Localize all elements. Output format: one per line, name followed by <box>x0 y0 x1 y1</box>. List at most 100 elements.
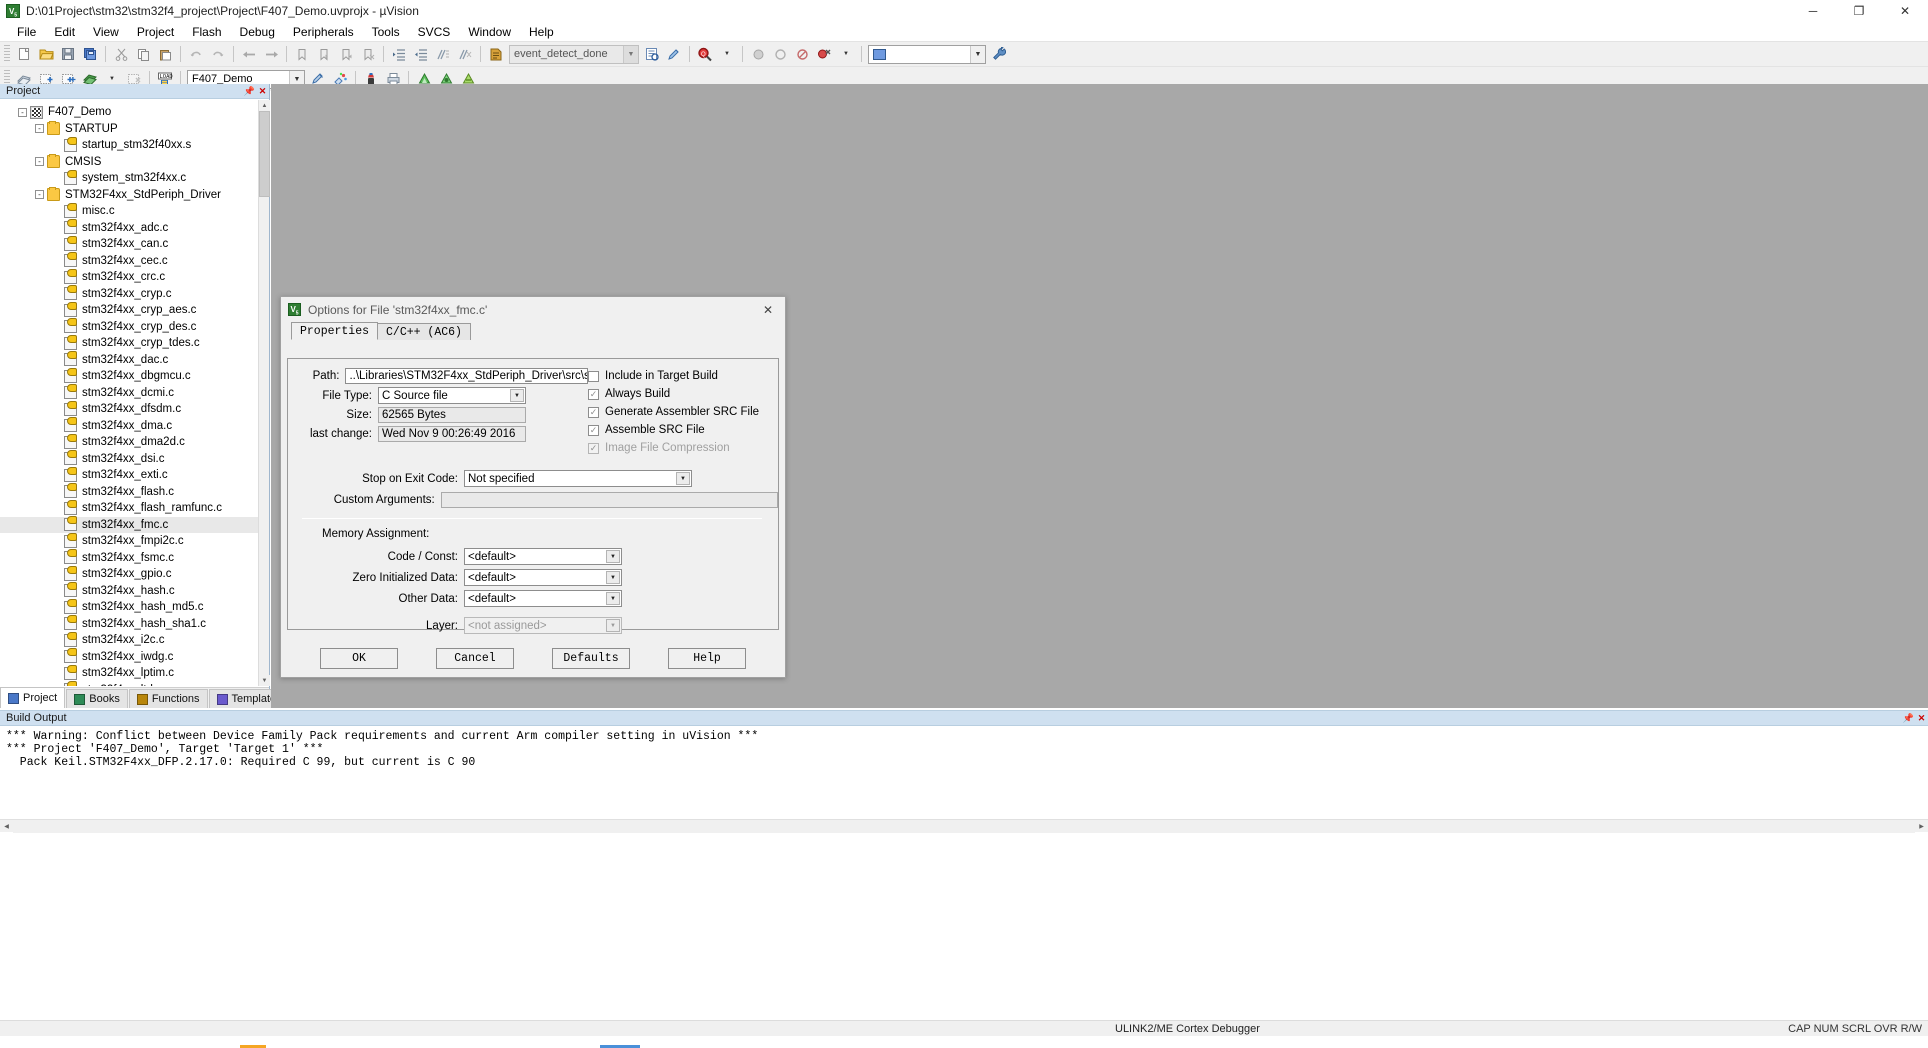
tree-item[interactable]: stm32f4xx_flash_ramfunc.c <box>0 499 258 517</box>
chevron-down-icon[interactable]: ▼ <box>510 389 524 402</box>
tree-item[interactable]: - F407_Demo <box>0 104 258 121</box>
path-input[interactable]: ..\Libraries\STM32F4xx_StdPeriph_Driver\… <box>345 368 588 384</box>
checkbox-box[interactable] <box>588 406 599 418</box>
project-tree[interactable]: - F407_Demo - STARTUP startup_stm32f40xx.s - C… <box>0 100 258 686</box>
close-icon[interactable]: ✕ <box>256 85 269 98</box>
pin-icon[interactable]: 📌 <box>243 85 256 98</box>
tab-properties[interactable]: Properties <box>291 322 379 340</box>
tree-item[interactable]: stm32f4xx_flash.c <box>0 483 258 501</box>
customargs-input[interactable] <box>440 492 778 508</box>
checkbox-row[interactable]: Assemble SRC File <box>588 424 778 436</box>
cut-icon[interactable] <box>111 44 131 64</box>
bookmark-clear-icon[interactable] <box>358 44 378 64</box>
tree-item[interactable]: system_stm32f4xx.c <box>0 169 258 187</box>
tree-item[interactable]: stm32f4xx_gpio.c <box>0 565 258 583</box>
tree-item[interactable]: stm32f4xx_cryp_tdes.c <box>0 334 258 352</box>
panel-tab-books[interactable]: Books <box>66 689 128 708</box>
tree-item[interactable]: stm32f4xx_ltdc.c <box>0 681 258 686</box>
tree-item[interactable]: stm32f4xx_can.c <box>0 235 258 253</box>
tree-item[interactable]: stm32f4xx_dcmi.c <box>0 384 258 402</box>
tab-c-cpp[interactable]: C/C++ (AC6) <box>377 323 471 340</box>
close-icon[interactable]: ✕ <box>1915 712 1928 725</box>
checkbox-row[interactable]: Generate Assembler SRC File <box>588 406 778 418</box>
menu-peripherals[interactable]: Peripherals <box>284 23 363 41</box>
menu-flash[interactable]: Flash <box>183 23 230 41</box>
chevron-down-icon[interactable]: ▼ <box>623 45 638 63</box>
debug-start-icon[interactable] <box>748 44 768 64</box>
checkbox-row[interactable]: Always Build <box>588 388 778 400</box>
tree-item[interactable]: stm32f4xx_hash_md5.c <box>0 598 258 616</box>
checkbox-box[interactable] <box>588 424 599 436</box>
panel-tab-functions[interactable]: Functions <box>128 689 208 708</box>
menu-tools[interactable]: Tools <box>363 23 409 41</box>
menu-edit[interactable]: Edit <box>45 23 84 41</box>
tree-item[interactable]: stm32f4xx_dma2d.c <box>0 433 258 451</box>
scroll-right-arrow-icon[interactable]: ▶ <box>1915 820 1928 833</box>
scroll-up-arrow-icon[interactable]: ▲ <box>259 100 270 111</box>
new-file-icon[interactable] <box>14 44 34 64</box>
project-panel-tabs[interactable]: Project Books Functions Templates <box>0 687 290 708</box>
window-layout-combo[interactable]: ▼ <box>868 44 986 64</box>
defaults-button[interactable]: Defaults <box>552 648 630 669</box>
bookmark-next-icon[interactable] <box>336 44 356 64</box>
tree-item[interactable]: - STM32F4xx_StdPeriph_Driver <box>0 187 258 204</box>
stopcode-select[interactable]: Not specified ▼ <box>464 470 692 487</box>
tree-item[interactable]: stm32f4xx_hash.c <box>0 582 258 600</box>
tree-item[interactable]: - CMSIS <box>0 154 258 171</box>
bp-dropdown-icon[interactable]: ▼ <box>836 44 856 64</box>
scroll-left-arrow-icon[interactable]: ◀ <box>0 820 13 833</box>
insert-bp-icon[interactable] <box>770 44 790 64</box>
checkbox-box[interactable] <box>588 388 599 400</box>
tree-item[interactable]: stm32f4xx_exti.c <box>0 466 258 484</box>
tree-item[interactable]: - STARTUP <box>0 121 258 138</box>
tree-item[interactable]: stm32f4xx_iwdg.c <box>0 648 258 666</box>
ok-button[interactable]: OK <box>320 648 398 669</box>
menu-file[interactable]: File <box>8 23 45 41</box>
tree-expander-icon[interactable]: - <box>35 157 44 167</box>
dialog-close-button[interactable]: ✕ <box>755 300 781 319</box>
tree-item[interactable]: stm32f4xx_cryp_des.c <box>0 318 258 336</box>
menu-debug[interactable]: Debug <box>231 23 284 41</box>
cancel-button[interactable]: Cancel <box>436 648 514 669</box>
minimize-button[interactable]: ─ <box>1790 0 1836 22</box>
disable-bp-icon[interactable] <box>792 44 812 64</box>
checkbox-row[interactable]: Include in Target Build <box>588 370 778 382</box>
save-icon[interactable] <box>58 44 78 64</box>
find-in-files-icon[interactable] <box>486 44 506 64</box>
save-all-icon[interactable] <box>80 44 100 64</box>
scrollbar-thumb[interactable] <box>259 111 270 197</box>
outdent-icon[interactable] <box>411 44 431 64</box>
memory-select[interactable]: <default> ▼ <box>464 548 622 565</box>
tree-item[interactable]: misc.c <box>0 202 258 220</box>
menu-view[interactable]: View <box>84 23 128 41</box>
tree-item[interactable]: stm32f4xx_dfsdm.c <box>0 400 258 418</box>
tree-item[interactable]: stm32f4xx_fmpi2c.c <box>0 532 258 550</box>
tree-item[interactable]: stm32f4xx_adc.c <box>0 219 258 237</box>
tree-item[interactable]: stm32f4xx_dsi.c <box>0 450 258 468</box>
checkbox-box[interactable] <box>588 370 599 382</box>
tree-item[interactable]: stm32f4xx_crc.c <box>0 268 258 286</box>
menu-project[interactable]: Project <box>128 23 183 41</box>
undo-icon[interactable] <box>186 44 206 64</box>
maximize-button[interactable]: ❐ <box>1836 0 1882 22</box>
hscroll-track[interactable] <box>13 819 1915 833</box>
chevron-down-icon[interactable]: ▼ <box>606 592 620 605</box>
pin-icon[interactable]: 📌 <box>1902 712 1915 725</box>
bookmark-prev-icon[interactable] <box>314 44 334 64</box>
chevron-down-icon[interactable]: ▼ <box>606 571 620 584</box>
tree-item[interactable]: stm32f4xx_hash_sha1.c <box>0 615 258 633</box>
toolbar-grip[interactable] <box>4 45 10 63</box>
tree-item[interactable]: stm32f4xx_cryp_aes.c <box>0 301 258 319</box>
memory-select[interactable]: <default> ▼ <box>464 590 622 607</box>
help-button[interactable]: Help <box>668 648 746 669</box>
menu-window[interactable]: Window <box>459 23 520 41</box>
browse-symbol-icon[interactable] <box>642 44 662 64</box>
panel-tab-project[interactable]: Project <box>0 687 66 708</box>
tree-item[interactable]: stm32f4xx_cryp.c <box>0 285 258 303</box>
chevron-down-icon[interactable]: ▼ <box>970 45 985 63</box>
project-tree-scrollbar[interactable]: ▲ ▼ <box>258 100 270 686</box>
open-file-icon[interactable] <box>36 44 56 64</box>
copy-icon[interactable] <box>133 44 153 64</box>
tree-item[interactable]: stm32f4xx_fsmc.c <box>0 549 258 567</box>
tree-item[interactable]: stm32f4xx_dma.c <box>0 417 258 435</box>
